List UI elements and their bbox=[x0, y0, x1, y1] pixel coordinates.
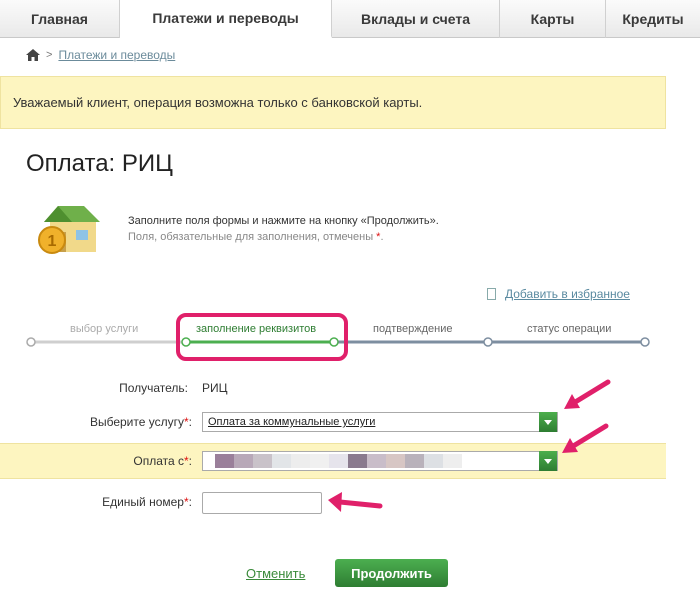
steps-track bbox=[26, 337, 650, 347]
main-nav: Главная Платежи и переводы Вклады и счет… bbox=[0, 0, 700, 38]
notice-text: Уважаемый клиент, операция возможна толь… bbox=[13, 95, 423, 110]
step-dot-5 bbox=[640, 337, 650, 347]
step-dot-1 bbox=[26, 337, 36, 347]
payfrom-label-text: Оплата с bbox=[133, 454, 184, 468]
step-dot-4 bbox=[483, 337, 493, 347]
recipient-label: Получатель: bbox=[119, 381, 188, 395]
instruction-line2-end: . bbox=[380, 231, 384, 243]
service-select-value: Оплата за коммунальные услуги bbox=[208, 416, 376, 428]
page-title: Оплата: РИЦ bbox=[26, 150, 173, 177]
annotation-arrow-icon bbox=[564, 379, 611, 409]
chevron-down-icon[interactable] bbox=[539, 412, 557, 432]
service-label-colon: : bbox=[188, 415, 192, 429]
annotation-arrow-icon bbox=[562, 423, 609, 453]
account-label-text: Единый номер bbox=[102, 495, 184, 509]
cancel-link[interactable]: Отменить bbox=[246, 566, 305, 581]
payfrom-label: Оплата с*: bbox=[100, 454, 192, 468]
card-number-obscured bbox=[215, 454, 462, 468]
form-instructions: Заполните поля формы и нажмите на кнопку… bbox=[128, 213, 439, 245]
breadcrumb-separator: > bbox=[46, 49, 53, 61]
breadcrumb-link-payments[interactable]: Платежи и переводы bbox=[58, 48, 175, 62]
svg-text:1: 1 bbox=[48, 233, 57, 250]
tab-credits[interactable]: Кредиты bbox=[606, 0, 700, 38]
service-select[interactable]: Оплата за коммунальные услуги bbox=[202, 412, 558, 432]
service-label-text: Выберите услугу bbox=[89, 415, 184, 429]
instruction-line2: Поля, обязательные для заполнения, отмеч… bbox=[128, 229, 439, 245]
tab-cards[interactable]: Карты bbox=[500, 0, 606, 38]
account-label: Единый номер*: bbox=[60, 495, 192, 509]
instruction-line2-text: Поля, обязательные для заполнения, отмеч… bbox=[128, 231, 374, 243]
bookmark-icon bbox=[487, 288, 496, 300]
continue-button[interactable]: Продолжить bbox=[335, 559, 448, 587]
recipient-value: РИЦ bbox=[202, 381, 228, 395]
step-select-service: выбор услуги bbox=[70, 323, 139, 335]
annotation-arrow-icon bbox=[328, 492, 383, 512]
account-label-colon: : bbox=[188, 495, 192, 509]
home-icon[interactable] bbox=[26, 49, 40, 61]
service-label: Выберите услугу*: bbox=[60, 415, 192, 429]
card-only-notice: Уважаемый клиент, операция возможна толь… bbox=[0, 76, 666, 129]
chevron-down-icon[interactable] bbox=[539, 451, 557, 471]
current-step-highlight bbox=[176, 313, 348, 361]
breadcrumb: > Платежи и переводы bbox=[26, 48, 175, 62]
add-favorite-link[interactable]: Добавить в избранное bbox=[487, 287, 630, 301]
tab-home[interactable]: Главная bbox=[0, 0, 120, 38]
add-favorite-label: Добавить в избранное bbox=[505, 287, 630, 301]
account-number-input[interactable] bbox=[202, 492, 322, 514]
payfrom-card-select[interactable] bbox=[202, 451, 558, 471]
payfrom-label-colon: : bbox=[188, 454, 192, 468]
progress-steps: выбор услуги заполнение реквизитов подтв… bbox=[0, 313, 700, 363]
step-confirmation: подтверждение bbox=[373, 323, 453, 335]
tab-deposits[interactable]: Вклады и счета bbox=[332, 0, 500, 38]
tab-payments[interactable]: Платежи и переводы bbox=[120, 0, 332, 38]
step-operation-status: статус операции bbox=[527, 323, 612, 335]
house-coin-icon: 1 bbox=[38, 206, 100, 254]
instruction-line1: Заполните поля формы и нажмите на кнопку… bbox=[128, 215, 439, 227]
